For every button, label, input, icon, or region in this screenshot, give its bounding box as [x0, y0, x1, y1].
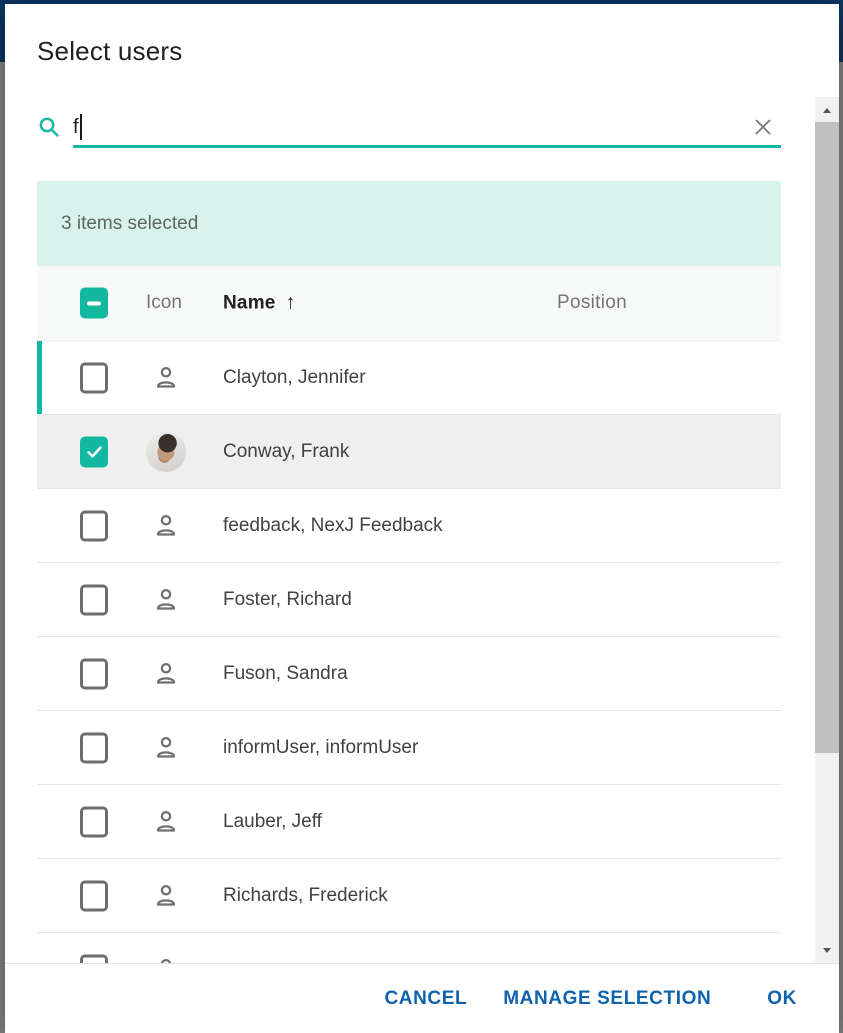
column-header-icon[interactable]: Icon	[146, 292, 182, 314]
search-underline	[73, 145, 781, 148]
dialog-title: Select users	[5, 4, 839, 68]
person-icon	[151, 881, 181, 911]
sort-ascending-icon: ↑	[286, 292, 296, 314]
table-row[interactable]: Foster, Richard	[37, 563, 781, 637]
user-name: Clayton, Jennifer	[223, 367, 366, 389]
scroll-up-button[interactable]	[815, 97, 839, 123]
row-checkbox[interactable]	[80, 584, 108, 615]
user-avatar	[146, 432, 186, 472]
user-name: feedback, NexJ Feedback	[223, 515, 443, 537]
manage-selection-button[interactable]: MANAGE SELECTION	[503, 988, 711, 1010]
user-rows-container: Clayton, Jennifer Conway, Frank feedback…	[37, 341, 781, 963]
search-bar[interactable]: f	[37, 106, 807, 148]
clear-search-button[interactable]	[749, 113, 777, 141]
table-row[interactable]: Clayton, Jennifer	[37, 341, 781, 415]
selection-count-banner: 3 items selected	[37, 181, 781, 266]
person-icon	[151, 955, 181, 964]
user-name: informUser, informUser	[223, 737, 418, 759]
row-checkbox[interactable]	[80, 880, 108, 911]
cancel-button[interactable]: CANCEL	[384, 988, 467, 1010]
arrow-down-icon	[823, 948, 831, 953]
row-checkbox[interactable]	[80, 436, 108, 467]
arrow-up-icon	[823, 108, 831, 113]
row-checkbox[interactable]	[80, 510, 108, 541]
person-icon	[151, 659, 181, 689]
user-name: Conway, Frank	[223, 441, 349, 463]
table-row[interactable]: informUser, informUser	[37, 711, 781, 785]
check-icon	[85, 442, 104, 461]
table-row[interactable]: Fuson, Sandra	[37, 637, 781, 711]
close-icon	[750, 114, 776, 140]
table-row[interactable]	[37, 933, 781, 963]
select-users-dialog: Select users f 3 items selected	[5, 4, 839, 1033]
text-caret	[80, 114, 82, 140]
row-checkbox[interactable]	[80, 954, 108, 963]
row-checkbox[interactable]	[80, 806, 108, 837]
indeterminate-icon	[87, 301, 101, 305]
select-all-checkbox[interactable]	[80, 288, 108, 319]
person-icon	[151, 733, 181, 763]
ok-button[interactable]: OK	[767, 988, 797, 1010]
search-icon	[37, 115, 61, 139]
person-icon	[151, 585, 181, 615]
user-name: Foster, Richard	[223, 589, 352, 611]
search-input[interactable]: f	[73, 115, 79, 139]
row-checkbox[interactable]	[80, 732, 108, 763]
user-list: 3 items selected Icon Name↑ Position Cla…	[37, 181, 781, 963]
table-row[interactable]: feedback, NexJ Feedback	[37, 489, 781, 563]
selection-count-text: 3 items selected	[61, 213, 198, 235]
person-icon	[151, 511, 181, 541]
person-icon	[151, 363, 181, 393]
scroll-down-button[interactable]	[815, 937, 839, 963]
row-checkbox[interactable]	[80, 362, 108, 393]
vertical-scrollbar[interactable]	[815, 97, 839, 963]
table-row[interactable]: Conway, Frank	[37, 415, 781, 489]
table-row[interactable]: Richards, Frederick	[37, 859, 781, 933]
user-name: Lauber, Jeff	[223, 811, 322, 833]
table-header-row: Icon Name↑ Position	[37, 266, 781, 341]
user-name: Fuson, Sandra	[223, 663, 348, 685]
column-header-name[interactable]: Name↑	[223, 292, 296, 315]
person-icon	[151, 807, 181, 837]
column-header-position[interactable]: Position	[557, 292, 627, 314]
dialog-footer: CANCEL MANAGE SELECTION OK	[5, 963, 839, 1033]
scrollbar-thumb[interactable]	[815, 122, 839, 753]
table-row[interactable]: Lauber, Jeff	[37, 785, 781, 859]
user-name: Richards, Frederick	[223, 885, 388, 907]
row-checkbox[interactable]	[80, 658, 108, 689]
